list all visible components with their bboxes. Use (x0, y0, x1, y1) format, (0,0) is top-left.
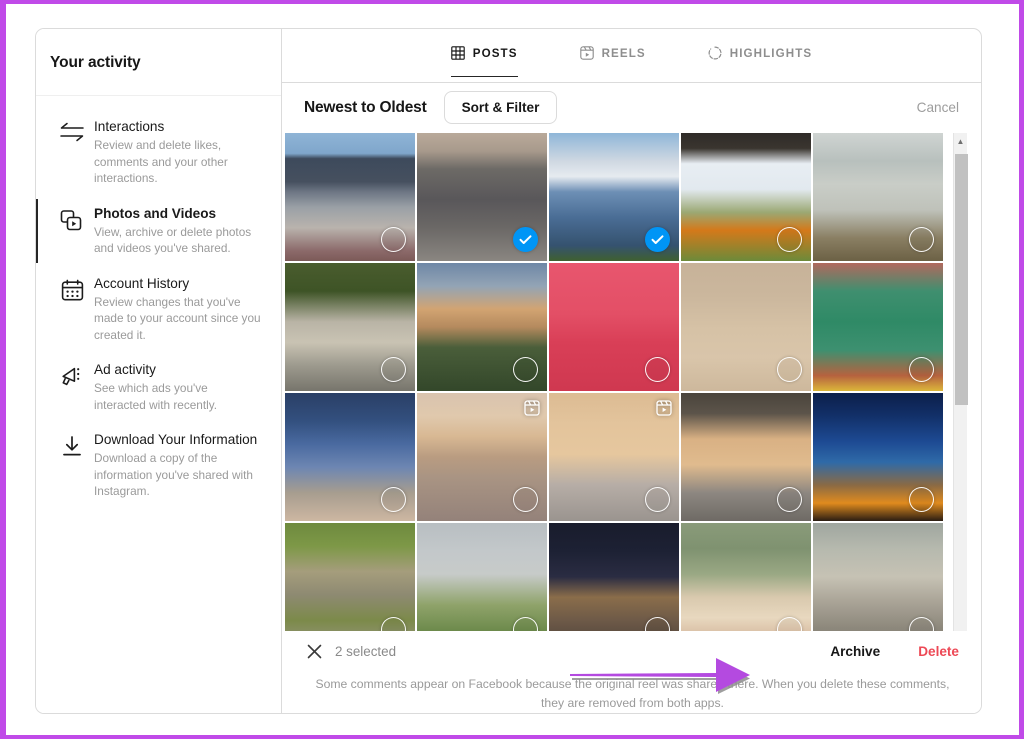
selection-checkbox[interactable] (777, 486, 802, 512)
page-title: Your activity (50, 54, 141, 71)
sidebar-item-interactions[interactable]: Interactions Review and delete likes, co… (36, 109, 281, 196)
media-grid-item[interactable] (417, 132, 547, 261)
selection-action-bar: 2 selected Archive Delete (304, 631, 961, 672)
media-grid-item[interactable] (549, 392, 679, 521)
interactions-arrows-icon (50, 118, 94, 187)
media-grid-item[interactable] (813, 262, 943, 391)
media-grid-item[interactable] (549, 522, 679, 631)
sidebar-item-label: Interactions (94, 119, 165, 134)
media-grid-item[interactable] (681, 262, 811, 391)
media-grid-item[interactable] (549, 262, 679, 391)
selection-checkbox[interactable] (513, 356, 538, 382)
photos-videos-icon (50, 205, 94, 257)
reel-badge-icon (524, 399, 540, 416)
scrollbar-thumb[interactable] (955, 153, 968, 405)
selection-checkbox[interactable] (381, 486, 406, 512)
main-panel: POSTS REELS HIGHLIGHTS Newest to Oldest … (282, 29, 981, 713)
selection-checkbox[interactable] (777, 226, 802, 252)
sidebar-item-account-history[interactable]: Account History Review changes that you'… (36, 266, 281, 353)
selection-checkbox[interactable] (645, 486, 670, 512)
megaphone-icon (50, 361, 94, 413)
grid-icon (450, 46, 465, 60)
selection-checkbox-checked[interactable] (513, 226, 538, 252)
tab-reels[interactable]: REELS (579, 46, 646, 77)
media-grid-item[interactable] (417, 262, 547, 391)
media-grid-item[interactable] (285, 522, 415, 631)
tab-posts[interactable]: POSTS (450, 46, 518, 77)
calendar-icon (50, 275, 94, 344)
tab-label: POSTS (472, 46, 518, 60)
sidebar-item-desc: Download a copy of the information you'v… (94, 451, 253, 498)
tab-label: REELS (601, 46, 646, 60)
content-type-tabs: POSTS REELS HIGHLIGHTS (282, 29, 981, 83)
media-grid-item[interactable] (417, 522, 547, 631)
media-grid-item[interactable] (285, 392, 415, 521)
media-thumbnail (549, 522, 679, 631)
reels-icon (579, 46, 594, 60)
download-icon (50, 431, 94, 500)
sort-toolbar: Newest to Oldest Sort & Filter Cancel (282, 83, 981, 133)
selection-checkbox[interactable] (381, 226, 406, 252)
sidebar: Your activity Interactions Review and de… (36, 29, 282, 713)
sidebar-item-label: Photos and Videos (94, 205, 217, 221)
media-grid-item[interactable] (417, 392, 547, 521)
sidebar-item-desc: See which ads you've interacted with rec… (94, 381, 218, 412)
sidebar-item-desc: View, archive or delete photos and video… (94, 224, 252, 256)
archive-button[interactable]: Archive (830, 644, 880, 659)
footer-note: Some comments appear on Facebook because… (315, 677, 950, 710)
sidebar-item-label: Ad activity (94, 362, 156, 377)
media-thumbnail (681, 522, 811, 631)
selection-checkbox-checked[interactable] (645, 226, 670, 252)
media-thumbnail (813, 522, 943, 631)
scroll-up-arrow-icon[interactable]: ▲ (954, 133, 967, 150)
media-grid-item[interactable] (681, 522, 811, 631)
tab-highlights[interactable]: HIGHLIGHTS (708, 46, 813, 77)
your-activity-dialog: Your activity Interactions Review and de… (35, 28, 982, 714)
selection-checkbox[interactable] (513, 486, 538, 512)
media-grid (285, 132, 943, 631)
highlights-circle-icon (708, 46, 722, 60)
media-thumbnail (417, 522, 547, 631)
media-grid-container: ▲ (282, 132, 981, 646)
sidebar-item-photos-and-videos[interactable]: Photos and Videos View, archive or delet… (36, 196, 281, 266)
selection-checkbox[interactable] (645, 356, 670, 382)
annotated-screenshot-frame: Your activity Interactions Review and de… (0, 0, 1024, 739)
sidebar-item-label: Account History (94, 275, 190, 291)
reel-badge-icon (656, 399, 672, 416)
media-grid-item[interactable] (813, 132, 943, 261)
sort-and-filter-button[interactable]: Sort & Filter (443, 91, 558, 125)
cancel-button[interactable]: Cancel (917, 100, 961, 115)
media-grid-item[interactable] (285, 262, 415, 391)
tab-label: HIGHLIGHTS (729, 46, 813, 60)
sidebar-item-label: Download Your Information (94, 432, 258, 447)
media-grid-item[interactable] (813, 392, 943, 521)
close-x-icon[interactable] (304, 642, 324, 662)
sidebar-item-download-your-information[interactable]: Download Your Information Download a cop… (36, 422, 281, 509)
media-grid-item[interactable] (285, 132, 415, 261)
media-thumbnail (285, 522, 415, 631)
selection-footer: 2 selected Archive Delete Some comments … (282, 631, 981, 713)
selection-checkbox[interactable] (381, 356, 406, 382)
delete-button[interactable]: Delete (918, 644, 959, 659)
sidebar-nav-list: Interactions Review and delete likes, co… (36, 96, 281, 509)
media-grid-item[interactable] (681, 392, 811, 521)
sort-order-label: Newest to Oldest (304, 98, 427, 116)
selection-checkbox[interactable] (909, 486, 934, 512)
selection-checkbox[interactable] (909, 356, 934, 382)
sidebar-item-desc: Review and delete likes, comments and yo… (94, 138, 228, 185)
selected-count-label: 2 selected (335, 644, 397, 659)
selection-checkbox[interactable] (909, 226, 934, 252)
media-grid-item[interactable] (681, 132, 811, 261)
media-grid-item[interactable] (813, 522, 943, 631)
grid-scrollbar[interactable]: ▲ (953, 132, 968, 646)
sidebar-item-desc: Review changes that you've made to your … (94, 294, 261, 342)
media-grid-item[interactable] (549, 132, 679, 261)
sidebar-item-ad-activity[interactable]: Ad activity See which ads you've interac… (36, 352, 281, 422)
selection-checkbox[interactable] (777, 356, 802, 382)
